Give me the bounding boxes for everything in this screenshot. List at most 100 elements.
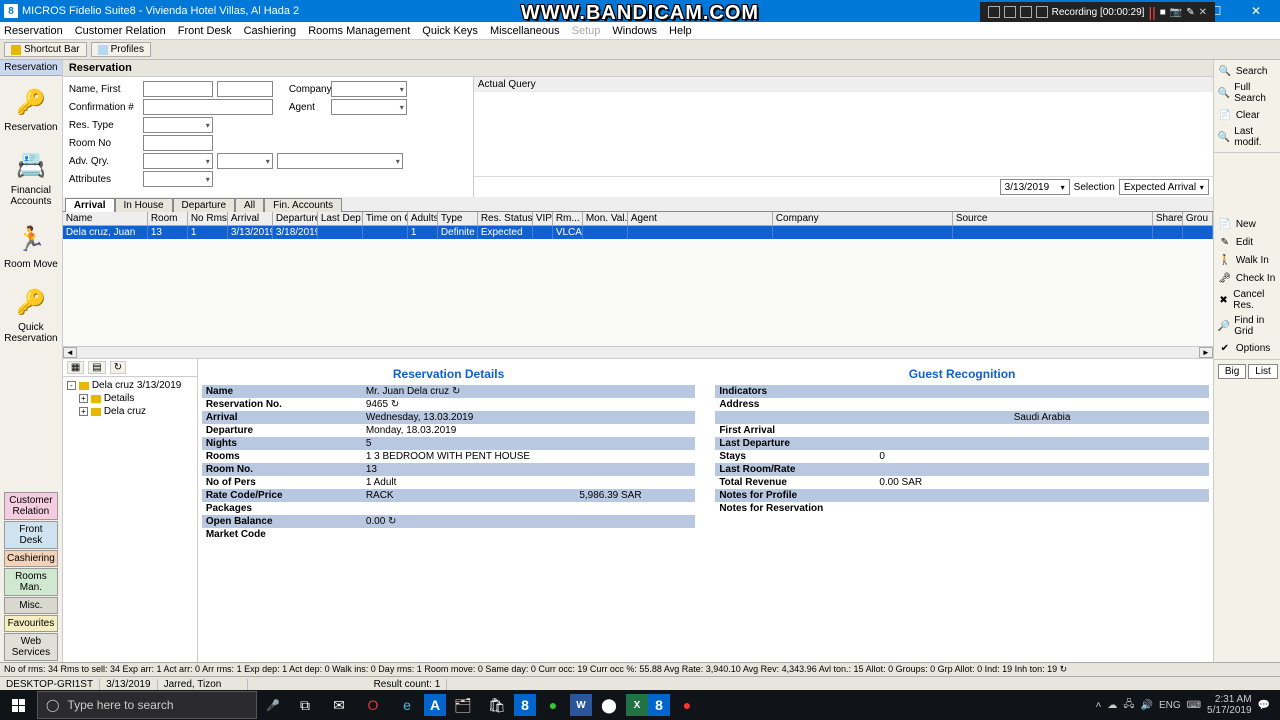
- menu-quick-keys[interactable]: Quick Keys: [422, 25, 478, 37]
- excel-icon[interactable]: X: [626, 694, 648, 716]
- detail-tree[interactable]: ▦ ▤ ↻ -Dela cruz 3/13/2019 +Details +Del…: [63, 359, 198, 662]
- tree-collapse-icon[interactable]: ▤: [88, 361, 105, 374]
- grid-header-cell[interactable]: Share: [1153, 212, 1183, 225]
- sidebar-item-quick-reservation[interactable]: 🔑Quick Reservation: [0, 284, 62, 344]
- grid-cell[interactable]: 1: [408, 226, 438, 239]
- grid-header-cell[interactable]: Res. Status: [478, 212, 533, 225]
- restype-combo[interactable]: [143, 117, 213, 133]
- clear-button[interactable]: 📄Clear: [1214, 106, 1280, 124]
- selection-combo[interactable]: Expected Arrival: [1119, 179, 1209, 195]
- record-icon[interactable]: ●: [670, 690, 704, 720]
- sidebar-tab-cashiering[interactable]: Cashiering: [4, 550, 58, 567]
- menu-reservation[interactable]: Reservation: [4, 25, 63, 37]
- tray-lang[interactable]: ENG: [1159, 700, 1181, 711]
- shortcut-bar-button[interactable]: Shortcut Bar: [4, 42, 87, 57]
- opera-icon[interactable]: O: [356, 690, 390, 720]
- grid-scrollbar[interactable]: ◄►: [63, 346, 1213, 358]
- grid-cell[interactable]: [953, 226, 1153, 239]
- notifications-icon[interactable]: 💬: [1258, 700, 1270, 711]
- grid-cell[interactable]: Dela cruz, Juan: [63, 226, 148, 239]
- view-big-button[interactable]: Big: [1218, 364, 1246, 379]
- grid-header-cell[interactable]: Grou: [1183, 212, 1213, 225]
- taskbar-search[interactable]: ◯Type here to search: [37, 691, 257, 719]
- grid-header-cell[interactable]: Name: [63, 212, 148, 225]
- new-button[interactable]: 📄New: [1214, 215, 1280, 233]
- tab-arrival[interactable]: Arrival: [65, 198, 115, 212]
- menu-help[interactable]: Help: [669, 25, 692, 37]
- store-icon[interactable]: 🛍: [480, 690, 514, 720]
- grid-cell[interactable]: 3/18/2019: [273, 226, 318, 239]
- agent-combo[interactable]: [331, 99, 407, 115]
- edit-button[interactable]: ✎Edit: [1214, 233, 1280, 251]
- company-combo[interactable]: [331, 81, 407, 97]
- edge-icon[interactable]: e: [390, 690, 424, 720]
- chrome-icon[interactable]: ⬤: [592, 690, 626, 720]
- name-input[interactable]: [143, 81, 213, 97]
- sidebar-tab-favourites[interactable]: Favourites: [4, 615, 58, 632]
- sidebar-tab-web-services[interactable]: Web Services: [4, 633, 58, 661]
- cancel-res-button[interactable]: ✖Cancel Res.: [1214, 287, 1280, 313]
- task-view-icon[interactable]: ⧉: [288, 690, 322, 720]
- windows-taskbar[interactable]: ◯Type here to search 🎤 ⧉ ✉ O e A 🗂 🛍 8 ●…: [0, 690, 1280, 720]
- app-icon-a[interactable]: A: [424, 694, 446, 716]
- first-input[interactable]: [217, 81, 273, 97]
- grid-cell[interactable]: [1153, 226, 1183, 239]
- view-list-button[interactable]: List: [1248, 364, 1278, 379]
- last-modif-button[interactable]: 🔍Last modif.: [1214, 124, 1280, 150]
- sidebar-tab-rooms-man[interactable]: Rooms Man.: [4, 568, 58, 596]
- grid-cell[interactable]: Definite: [438, 226, 478, 239]
- profiles-button[interactable]: Profiles: [91, 42, 151, 57]
- grid-cell[interactable]: [1183, 226, 1213, 239]
- grid-header-cell[interactable]: Room: [148, 212, 188, 225]
- grid-header-cell[interactable]: Mon. Val...: [583, 212, 628, 225]
- sidebar-tab-customer-relation[interactable]: Customer Relation: [4, 492, 58, 520]
- tray-clock[interactable]: 2:31 AM5/17/2019: [1207, 694, 1252, 716]
- grid-header-cell[interactable]: Adults: [408, 212, 438, 225]
- grid-cell[interactable]: [318, 226, 363, 239]
- grid-header-cell[interactable]: Type: [438, 212, 478, 225]
- tray-cloud-icon[interactable]: ☁: [1107, 700, 1117, 711]
- attributes-combo[interactable]: [143, 171, 213, 187]
- grid-header-cell[interactable]: Agent: [628, 212, 773, 225]
- check-in-button[interactable]: 🗝Check In: [1214, 269, 1280, 287]
- tray-keyboard-icon[interactable]: ⌨: [1187, 700, 1201, 711]
- grid-cell[interactable]: [628, 226, 773, 239]
- date-combo[interactable]: 3/13/2019: [1000, 179, 1070, 195]
- grid-cell[interactable]: VLCA: [553, 226, 583, 239]
- menu-customer-relation[interactable]: Customer Relation: [75, 25, 166, 37]
- sidebar-tab-front-desk[interactable]: Front Desk: [4, 521, 58, 549]
- sidebar-tab-misc[interactable]: Misc.: [4, 597, 58, 614]
- advqry-combo-1[interactable]: [143, 153, 213, 169]
- grid-cell[interactable]: [363, 226, 408, 239]
- grid-header-cell[interactable]: Arrival: [228, 212, 273, 225]
- grid-cell[interactable]: 1: [188, 226, 228, 239]
- sidebar-item-reservation[interactable]: 🔑Reservation: [4, 84, 57, 133]
- find-in-grid-button[interactable]: 🔎Find in Grid: [1214, 313, 1280, 339]
- advqry-combo-3[interactable]: [277, 153, 403, 169]
- whatsapp-icon[interactable]: ●: [536, 690, 570, 720]
- grid-header-cell[interactable]: VIP: [533, 212, 553, 225]
- walk-in-button[interactable]: 🚶Walk In: [1214, 251, 1280, 269]
- grid-header-cell[interactable]: Rm...: [553, 212, 583, 225]
- maximize-button[interactable]: ☐: [1196, 4, 1236, 18]
- menu-miscellaneous[interactable]: Miscellaneous: [490, 25, 560, 37]
- grid-cell[interactable]: 13: [148, 226, 188, 239]
- tray-up-icon[interactable]: ˄: [1095, 700, 1101, 711]
- full-search-button[interactable]: 🔍Full Search: [1214, 80, 1280, 106]
- menu-rooms-management[interactable]: Rooms Management: [308, 25, 410, 37]
- close-button[interactable]: ✕: [1236, 4, 1276, 18]
- mic-icon[interactable]: 🎤: [258, 691, 288, 719]
- tab-fin-accounts[interactable]: Fin. Accounts: [264, 198, 342, 212]
- tray-volume-icon[interactable]: 🔊: [1140, 700, 1152, 711]
- minimize-button[interactable]: —: [1156, 4, 1196, 18]
- reservation-grid[interactable]: NameRoomNo RmsArrivalDepartureLast Dep.T…: [63, 212, 1213, 358]
- tab-in-house[interactable]: In House: [115, 198, 173, 212]
- grid-header-cell[interactable]: Time on Q: [363, 212, 408, 225]
- grid-header-cell[interactable]: No Rms: [188, 212, 228, 225]
- grid-cell[interactable]: [583, 226, 628, 239]
- menu-cashiering[interactable]: Cashiering: [244, 25, 297, 37]
- tree-expand-icon[interactable]: ▦: [67, 361, 84, 374]
- options-button[interactable]: ✔Options: [1214, 339, 1280, 357]
- fidelio-taskbar-icon[interactable]: 8: [648, 694, 670, 716]
- explorer-icon[interactable]: 🗂: [446, 690, 480, 720]
